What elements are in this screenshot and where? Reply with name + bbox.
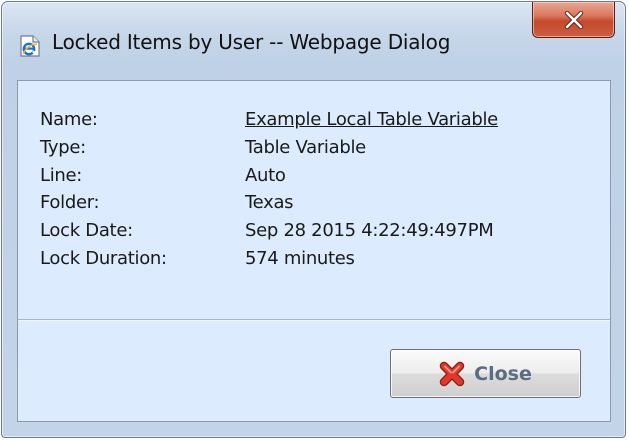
- detail-value: 574 minutes: [245, 248, 355, 269]
- detail-label: Type:: [40, 137, 86, 158]
- detail-label: Line:: [40, 165, 83, 186]
- item-name-link[interactable]: Example Local Table Variable: [245, 109, 498, 130]
- detail-value: Texas: [245, 192, 294, 213]
- detail-label: Name:: [40, 109, 98, 130]
- dialog-content: Name: Example Local Table Variable Type:…: [17, 80, 611, 422]
- close-x-icon: [564, 10, 584, 29]
- dialog-window: Locked Items by User -- Webpage Dialog N…: [1, 1, 626, 438]
- detail-value: Sep 28 2015 4:22:49:497PM: [245, 220, 494, 241]
- close-button-label: Close: [474, 362, 532, 385]
- window-close-button[interactable]: [532, 2, 615, 38]
- close-button[interactable]: Close: [390, 349, 581, 398]
- detail-value: Table Variable: [245, 137, 366, 158]
- window-title: Locked Items by User -- Webpage Dialog: [52, 30, 451, 54]
- ie-page-icon: [19, 35, 41, 57]
- detail-value: Auto: [245, 165, 286, 186]
- title-bar: Locked Items by User -- Webpage Dialog: [2, 2, 625, 78]
- red-x-icon: [439, 361, 465, 387]
- detail-label: Lock Date:: [40, 220, 133, 241]
- detail-label: Folder:: [40, 192, 100, 213]
- detail-label: Lock Duration:: [40, 248, 167, 269]
- footer-divider: [18, 319, 610, 321]
